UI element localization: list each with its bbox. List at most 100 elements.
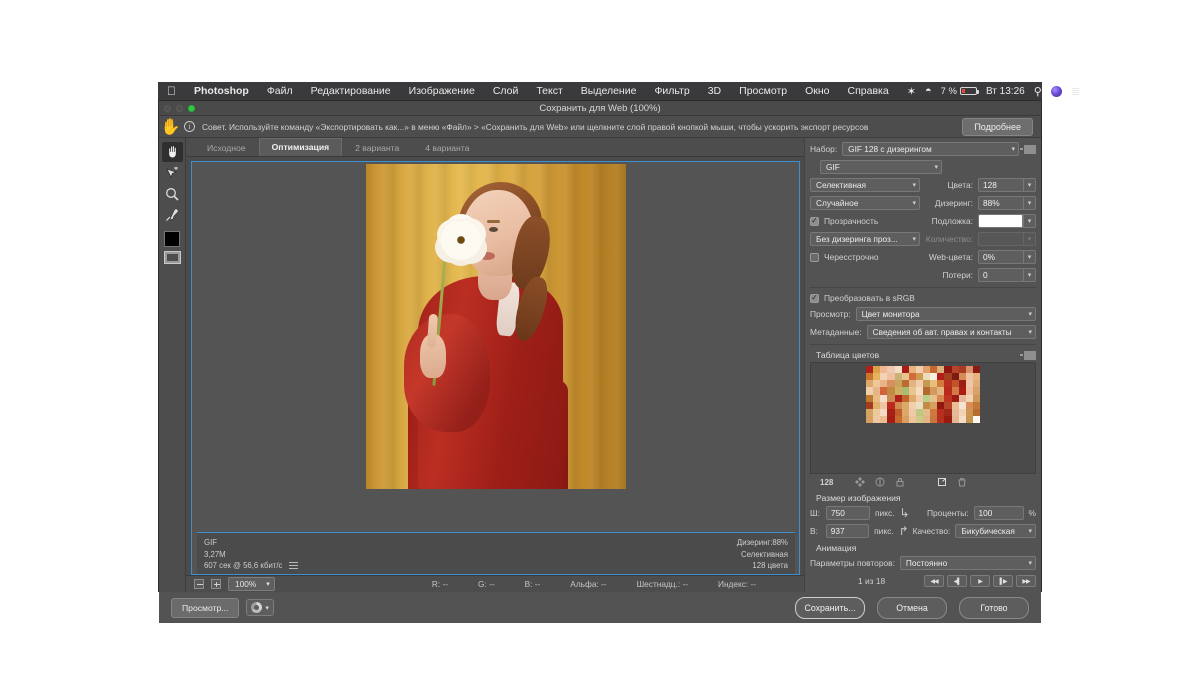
color-swatch[interactable]: [944, 416, 951, 423]
color-swatch[interactable]: [973, 380, 980, 387]
color-swatch[interactable]: [909, 416, 916, 423]
color-swatch[interactable]: [916, 395, 923, 402]
color-swatch[interactable]: [873, 387, 880, 394]
color-swatch[interactable]: [937, 380, 944, 387]
color-swatch[interactable]: [930, 409, 937, 416]
interlaced-checkbox[interactable]: [810, 253, 819, 262]
browser-select[interactable]: ▾: [246, 599, 274, 616]
search-icon[interactable]: ⚲: [1034, 85, 1042, 98]
color-swatch[interactable]: [873, 402, 880, 409]
color-swatch[interactable]: [873, 409, 880, 416]
color-swatch[interactable]: [959, 387, 966, 394]
color-swatch[interactable]: [909, 373, 916, 380]
color-swatch[interactable]: [866, 373, 873, 380]
matte-color-swatch[interactable]: [978, 214, 1023, 228]
color-swatch-grid[interactable]: [866, 366, 980, 423]
canvas[interactable]: GIF 3,27M 607 сек @ 56,6 кбит/с Дизеринг…: [191, 161, 800, 575]
color-swatch[interactable]: [944, 373, 951, 380]
color-swatch[interactable]: [887, 416, 894, 423]
menu-item-image[interactable]: Изображение: [400, 85, 484, 97]
color-swatch[interactable]: [959, 402, 966, 409]
color-swatch[interactable]: [895, 366, 902, 373]
zoom-level-select[interactable]: 100% ▾: [228, 577, 275, 591]
color-swatch[interactable]: [909, 387, 916, 394]
lossy-field[interactable]: 0 ▾: [978, 268, 1036, 282]
transparency-dither-select[interactable]: Без дизеринга проз... ▾: [810, 232, 920, 246]
color-table-box[interactable]: [810, 362, 1036, 474]
color-swatch[interactable]: [916, 380, 923, 387]
color-swatch[interactable]: [966, 387, 973, 394]
color-swatch[interactable]: [866, 402, 873, 409]
quality-select[interactable]: Бикубическая ▾: [955, 524, 1036, 538]
color-swatch[interactable]: [930, 402, 937, 409]
height-input[interactable]: 937: [826, 524, 869, 538]
color-swatch[interactable]: [944, 380, 951, 387]
more-info-button[interactable]: Подробнее: [962, 118, 1033, 136]
color-swatch[interactable]: [866, 395, 873, 402]
menu-item-layer[interactable]: Слой: [484, 85, 528, 97]
colors-chevron-down-icon[interactable]: ▾: [1023, 178, 1036, 192]
tab-optimized[interactable]: Оптимизация: [259, 138, 343, 156]
color-swatch[interactable]: [923, 395, 930, 402]
color-swatch[interactable]: [923, 387, 930, 394]
color-swatch[interactable]: [895, 373, 902, 380]
color-swatch[interactable]: [895, 380, 902, 387]
color-swatch[interactable]: [944, 402, 951, 409]
bluetooth-icon[interactable]: ✶: [907, 85, 916, 98]
new-color-icon[interactable]: [937, 477, 947, 487]
control-center-icon[interactable]: ≣: [1071, 85, 1080, 98]
color-swatch[interactable]: [902, 395, 909, 402]
color-swatch[interactable]: [966, 409, 973, 416]
color-swatch[interactable]: [880, 416, 887, 423]
hand-tool[interactable]: [162, 142, 183, 162]
color-swatch[interactable]: [952, 387, 959, 394]
color-swatch[interactable]: [916, 409, 923, 416]
color-swatch[interactable]: [909, 409, 916, 416]
slice-select-tool[interactable]: [162, 163, 183, 183]
panel-menu-icon[interactable]: [1024, 145, 1036, 154]
color-swatch[interactable]: [902, 402, 909, 409]
color-swatch[interactable]: [873, 366, 880, 373]
menu-item-view[interactable]: Просмотр: [730, 85, 796, 97]
color-swatch[interactable]: [923, 366, 930, 373]
color-swatch[interactable]: [959, 380, 966, 387]
sort-icon[interactable]: [875, 477, 885, 487]
color-swatch[interactable]: [880, 387, 887, 394]
menubar-clock[interactable]: Вт 13:26: [986, 86, 1025, 97]
dither-chevron-down-icon[interactable]: ▾: [1023, 196, 1036, 210]
color-swatch[interactable]: [973, 402, 980, 409]
percent-input[interactable]: 100: [974, 506, 1024, 520]
speed-menu-icon[interactable]: [289, 562, 298, 569]
color-swatch[interactable]: [973, 366, 980, 373]
color-swatch[interactable]: [937, 387, 944, 394]
first-frame-icon[interactable]: ◀◀: [924, 575, 944, 587]
cancel-button[interactable]: Отмена: [877, 597, 947, 619]
color-swatch[interactable]: [916, 373, 923, 380]
lock-icon[interactable]: [895, 477, 905, 487]
menu-item-help[interactable]: Справка: [839, 85, 898, 97]
color-swatch[interactable]: [952, 409, 959, 416]
menu-item-select[interactable]: Выделение: [572, 85, 646, 97]
color-swatch[interactable]: [887, 366, 894, 373]
link-icon[interactable]: ↳: [900, 507, 909, 519]
color-swatch[interactable]: [895, 409, 902, 416]
color-swatch[interactable]: [902, 416, 909, 423]
color-swatch[interactable]: [880, 366, 887, 373]
color-swatch[interactable]: [966, 366, 973, 373]
color-swatch[interactable]: [916, 402, 923, 409]
color-swatch[interactable]: [866, 387, 873, 394]
tab-4-up[interactable]: 4 варианта: [412, 139, 482, 156]
color-swatch[interactable]: [909, 402, 916, 409]
color-swatch[interactable]: [887, 387, 894, 394]
color-swatch[interactable]: [866, 366, 873, 373]
menu-item-edit[interactable]: Редактирование: [302, 85, 400, 97]
menu-item-filter[interactable]: Фильтр: [645, 85, 698, 97]
color-swatch[interactable]: [880, 409, 887, 416]
color-swatch[interactable]: [916, 366, 923, 373]
color-swatch[interactable]: [902, 380, 909, 387]
save-button[interactable]: Сохранить...: [795, 597, 865, 619]
play-icon[interactable]: ▶: [970, 575, 990, 587]
preview-button[interactable]: Просмотр...: [171, 598, 239, 618]
menu-item-3d[interactable]: 3D: [699, 85, 730, 97]
color-swatch[interactable]: [973, 409, 980, 416]
